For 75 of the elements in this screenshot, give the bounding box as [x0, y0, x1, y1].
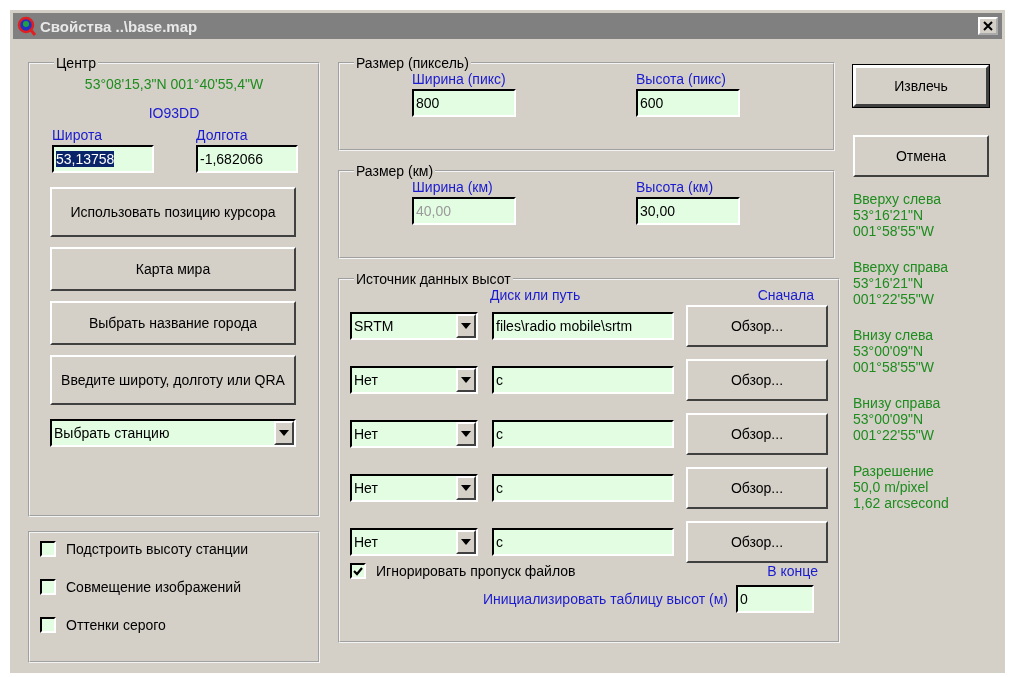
dropdown-button[interactable]: [456, 368, 476, 392]
number-field[interactable]: 30,00: [636, 197, 740, 225]
column-header: Сначала: [757, 287, 814, 303]
source-select[interactable]: Нет: [350, 474, 478, 502]
down-arrow-icon: [461, 485, 471, 491]
down-arrow-icon: [279, 430, 289, 436]
source-select[interactable]: Нет: [350, 420, 478, 448]
coordinates-text: 53°08'15,3"N 001°40'55,4"W: [83, 75, 265, 94]
checkbox-label: Оттенки серого: [66, 617, 166, 633]
checkbox-label: Игнорировать пропуск файлов: [376, 563, 576, 579]
source-select[interactable]: SRTM: [350, 312, 478, 340]
check-icon: [353, 566, 363, 576]
field-label: Высота (пикс): [636, 71, 727, 87]
dialog-button[interactable]: Извлечь: [853, 65, 989, 107]
action-button[interactable]: Введите широту, долготу или QRA: [50, 355, 296, 405]
coordinate-field[interactable]: -1,682066: [196, 145, 298, 173]
window-title: Свойства ..\base.map: [40, 17, 199, 35]
info-text: Внизу слева 53°00'09"N 001°58'55"W: [853, 327, 935, 375]
source-select[interactable]: Нет: [350, 366, 478, 394]
path-field[interactable]: c: [492, 474, 674, 502]
dropdown-button[interactable]: [456, 422, 476, 446]
close-icon: [983, 21, 993, 31]
action-button[interactable]: Использовать позицию курсора: [50, 187, 296, 237]
down-arrow-icon: [461, 539, 471, 545]
field-label: Ширина (км): [412, 179, 494, 195]
group-label: Центр: [55, 55, 98, 71]
column-header: Диск или путь: [490, 287, 581, 303]
path-field[interactable]: c: [492, 528, 674, 556]
dropdown-button[interactable]: [456, 314, 476, 338]
browse-button[interactable]: Обзор...: [686, 359, 828, 401]
number-field: 40,00: [412, 197, 516, 225]
browse-button[interactable]: Обзор...: [686, 521, 828, 563]
down-arrow-icon: [461, 323, 471, 329]
browse-button[interactable]: Обзор...: [686, 467, 828, 509]
path-field[interactable]: c: [492, 420, 674, 448]
field-label: Широта: [52, 127, 103, 143]
number-field[interactable]: 0: [736, 585, 814, 613]
checkbox[interactable]: [40, 579, 56, 595]
locator-text: IO93DD: [147, 105, 201, 121]
info-text: Внизу справа 53°00'09"N 001°22'55"W: [853, 395, 942, 443]
path-field[interactable]: files\radio mobile\srtm: [492, 312, 674, 340]
action-button[interactable]: Карта мира: [50, 247, 296, 291]
station-select[interactable]: Выбрать станцию: [50, 419, 296, 447]
browse-button[interactable]: Обзор...: [686, 305, 828, 347]
group-label: Размер (пиксель): [355, 55, 470, 71]
field-label: Долгота: [196, 127, 249, 143]
number-field[interactable]: 800: [412, 89, 516, 117]
source-select[interactable]: Нет: [350, 528, 478, 556]
info-text: Вверху справа 53°16'21"N 001°22'55"W: [853, 259, 950, 307]
group-label: Источник данных высот: [355, 271, 512, 287]
info-text: Разрешение 50,0 m/pixel 1,62 arcsecond: [853, 463, 950, 511]
coordinate-field[interactable]: 53,13758: [52, 145, 154, 173]
down-arrow-icon: [461, 377, 471, 383]
column-header: В конце: [767, 563, 818, 579]
action-button[interactable]: Выбрать название города: [50, 301, 296, 345]
dropdown-button[interactable]: [274, 421, 294, 445]
dialog-button[interactable]: Отмена: [853, 135, 989, 177]
field-label: Инициализировать таблицу высот (м): [482, 591, 728, 607]
field-label: Ширина (пикс): [412, 71, 507, 87]
info-text: Вверху слева 53°16'21"N 001°58'55"W: [853, 191, 942, 239]
checkbox-label: Совмещение изображений: [66, 579, 241, 595]
checkbox-label: Подстроить высоту станции: [66, 541, 249, 557]
field-label: Высота (км): [636, 179, 715, 195]
dropdown-button[interactable]: [456, 476, 476, 500]
checkbox[interactable]: [40, 541, 56, 557]
checkbox[interactable]: [40, 617, 56, 633]
app-icon: [17, 16, 37, 36]
number-field[interactable]: 600: [636, 89, 740, 117]
checkbox[interactable]: [350, 563, 366, 579]
group-label: Размер (км): [355, 163, 435, 179]
close-button[interactable]: [978, 17, 998, 35]
dropdown-button[interactable]: [456, 530, 476, 554]
browse-button[interactable]: Обзор...: [686, 413, 828, 455]
down-arrow-icon: [461, 431, 471, 437]
path-field[interactable]: c: [492, 366, 674, 394]
